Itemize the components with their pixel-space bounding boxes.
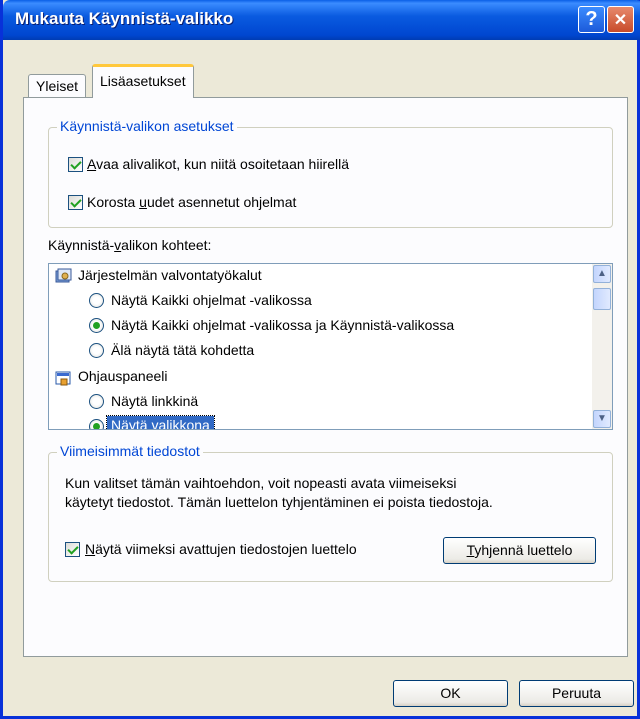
highlight-new-programs-label[interactable]: Korosta uudet asennetut ohjelmat	[87, 194, 296, 210]
list-item-label[interactable]: Älä näytä tätä kohdetta	[111, 342, 254, 358]
recent-documents-legend: Viimeisimmät tiedostot	[57, 443, 203, 459]
start-menu-items-list[interactable]: Järjestelmän valvontatyökalut Näytä Kaik…	[48, 263, 613, 430]
help-icon: ?	[585, 8, 598, 30]
tab-general[interactable]: Yleiset	[28, 74, 87, 98]
list-item-label[interactable]: Näytä linkkinä	[111, 393, 198, 409]
list-item-control-panel: Ohjauspaneeli	[78, 368, 168, 384]
tab-advanced-label: Lisäasetukset	[100, 73, 186, 89]
open-submenus-checkbox[interactable]	[68, 157, 83, 172]
admin-tools-icon	[55, 268, 72, 283]
highlight-new-programs-checkbox[interactable]	[68, 195, 83, 210]
list-item-selected-label[interactable]: Näytä valikkona	[106, 415, 215, 429]
list-item-label[interactable]: Näytä Kaikki ohjelmat -valikossa	[111, 292, 312, 308]
show-recent-documents-checkbox[interactable]	[65, 542, 80, 557]
control-panel-radio-menu[interactable]	[89, 419, 104, 429]
list-item-admin-tools: Järjestelmän valvontatyökalut	[78, 267, 262, 283]
start-menu-settings-legend: Käynnistä-valikon asetukset	[57, 118, 237, 134]
cancel-button[interactable]: Peruuta	[519, 680, 634, 707]
clear-list-button[interactable]: Tyhjennä luettelo	[443, 537, 596, 564]
scroll-down-button[interactable]: ▼	[593, 410, 611, 428]
ok-button[interactable]: OK	[393, 680, 508, 707]
control-panel-icon	[55, 371, 71, 386]
window-title: Mukauta Käynnistä-valikko	[15, 9, 234, 28]
tab-general-label: Yleiset	[36, 78, 79, 94]
start-menu-settings-group: Käynnistä-valikon asetukset	[48, 118, 613, 228]
control-panel-radio-link[interactable]	[89, 394, 104, 409]
scroll-thumb[interactable]	[593, 288, 611, 310]
admin-tools-radio-all-programs-and-start[interactable]	[89, 318, 104, 333]
start-menu-items-label: Käynnistä-valikon kohteet:	[48, 237, 212, 253]
recent-documents-description-line2: käytetyt tiedostot. Tämän luettelon tyhj…	[65, 494, 493, 510]
close-icon: ✕	[613, 12, 628, 29]
list-item-label[interactable]: Näytä Kaikki ohjelmat -valikossa ja Käyn…	[111, 317, 454, 333]
admin-tools-radio-all-programs[interactable]	[89, 293, 104, 308]
title-bar[interactable]: Mukauta Käynnistä-valikko ? ✕	[3, 0, 640, 40]
tab-advanced[interactable]: Lisäasetukset	[92, 64, 194, 98]
close-button[interactable]: ✕	[607, 6, 634, 33]
open-submenus-label[interactable]: Avaa alivalikot, kun niitä osoitetaan hi…	[87, 156, 349, 172]
recent-documents-description-line1: Kun valitset tämän vaihtoehdon, voit nop…	[65, 475, 457, 491]
show-recent-documents-label[interactable]: Näytä viimeksi avattujen tiedostojen lue…	[85, 541, 357, 557]
admin-tools-radio-hide[interactable]	[89, 343, 104, 358]
help-button[interactable]: ?	[578, 6, 605, 33]
customize-start-menu-dialog: Mukauta Käynnistä-valikko ? ✕ Yleiset Li…	[0, 0, 640, 719]
list-scrollbar[interactable]: ▲ ▼	[592, 264, 612, 429]
scroll-up-button[interactable]: ▲	[593, 265, 611, 283]
